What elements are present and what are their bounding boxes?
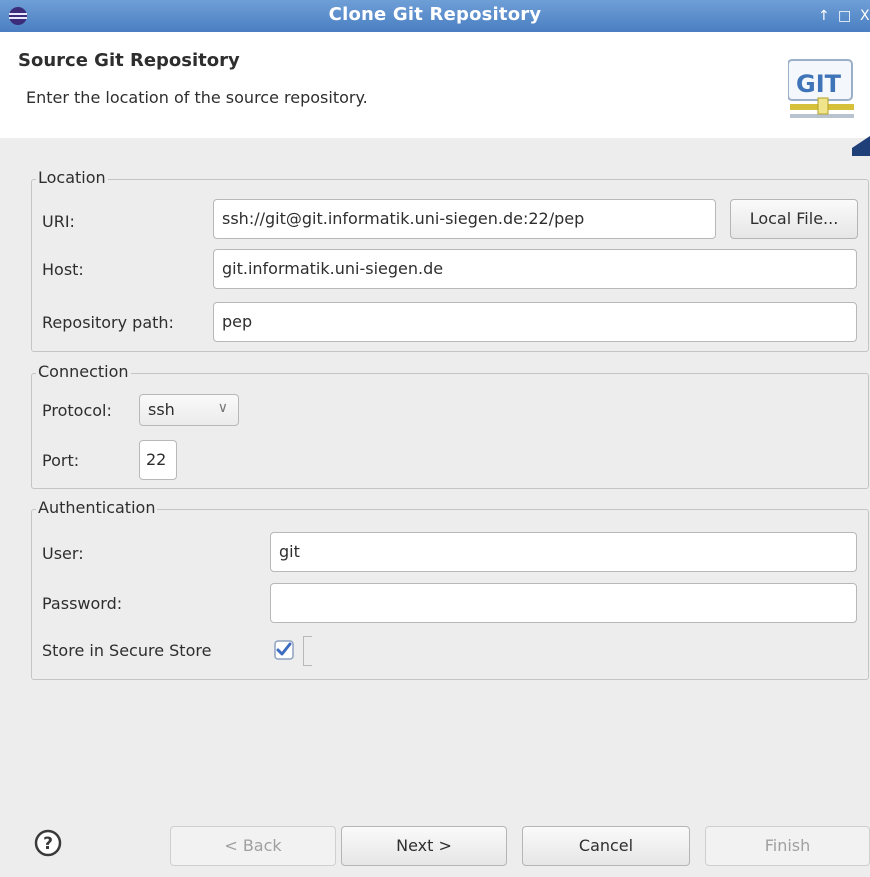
port-label: Port: <box>42 451 80 470</box>
protocol-value: ssh <box>148 400 175 419</box>
store-secure-checkbox[interactable] <box>274 640 294 660</box>
port-input[interactable]: 22 <box>139 440 177 480</box>
connection-legend: Connection <box>36 362 131 381</box>
next-button[interactable]: Next > <box>341 826 507 866</box>
host-input[interactable]: git.informatik.uni-siegen.de <box>213 249 857 289</box>
cancel-button[interactable]: Cancel <box>522 826 690 866</box>
uri-label: URI: <box>42 212 75 231</box>
focus-bracket <box>303 636 312 666</box>
uri-input[interactable]: ssh://git@git.informatik.uni-siegen.de:2… <box>213 199 716 239</box>
page-description: Enter the location of the source reposit… <box>26 88 368 107</box>
window-title: Clone Git Repository <box>328 4 542 25</box>
finish-button[interactable]: Finish <box>705 826 870 866</box>
restore-button[interactable]: □ <box>838 6 851 26</box>
wizard-header: Source Git Repository Enter the location… <box>0 32 870 156</box>
authentication-legend: Authentication <box>36 498 158 517</box>
page-title: Source Git Repository <box>18 50 240 71</box>
user-label: User: <box>42 544 84 563</box>
user-input[interactable]: git <box>270 532 857 572</box>
protocol-label: Protocol: <box>42 401 112 420</box>
protocol-select[interactable]: ssh ∨ <box>139 394 239 426</box>
store-secure-label: Store in Secure Store <box>42 641 212 660</box>
window-titlebar[interactable]: Clone Git Repository ↑ □ X <box>0 0 870 32</box>
back-button[interactable]: < Back <box>170 826 336 866</box>
maximize-button[interactable]: ↑ <box>818 6 830 26</box>
password-input[interactable] <box>270 583 857 623</box>
location-legend: Location <box>36 168 108 187</box>
repository-path-label: Repository path: <box>42 313 174 332</box>
git-logo-text: GIT <box>796 70 842 98</box>
svg-text:?: ? <box>43 834 53 854</box>
git-logo-icon: GIT <box>788 59 870 156</box>
host-label: Host: <box>42 260 84 279</box>
help-icon[interactable]: ? <box>34 829 62 857</box>
close-button[interactable]: X <box>860 6 870 26</box>
password-label: Password: <box>42 594 123 613</box>
chevron-down-icon: ∨ <box>217 400 228 416</box>
repository-path-input[interactable]: pep <box>213 302 857 342</box>
local-file-button[interactable]: Local File... <box>730 199 858 239</box>
